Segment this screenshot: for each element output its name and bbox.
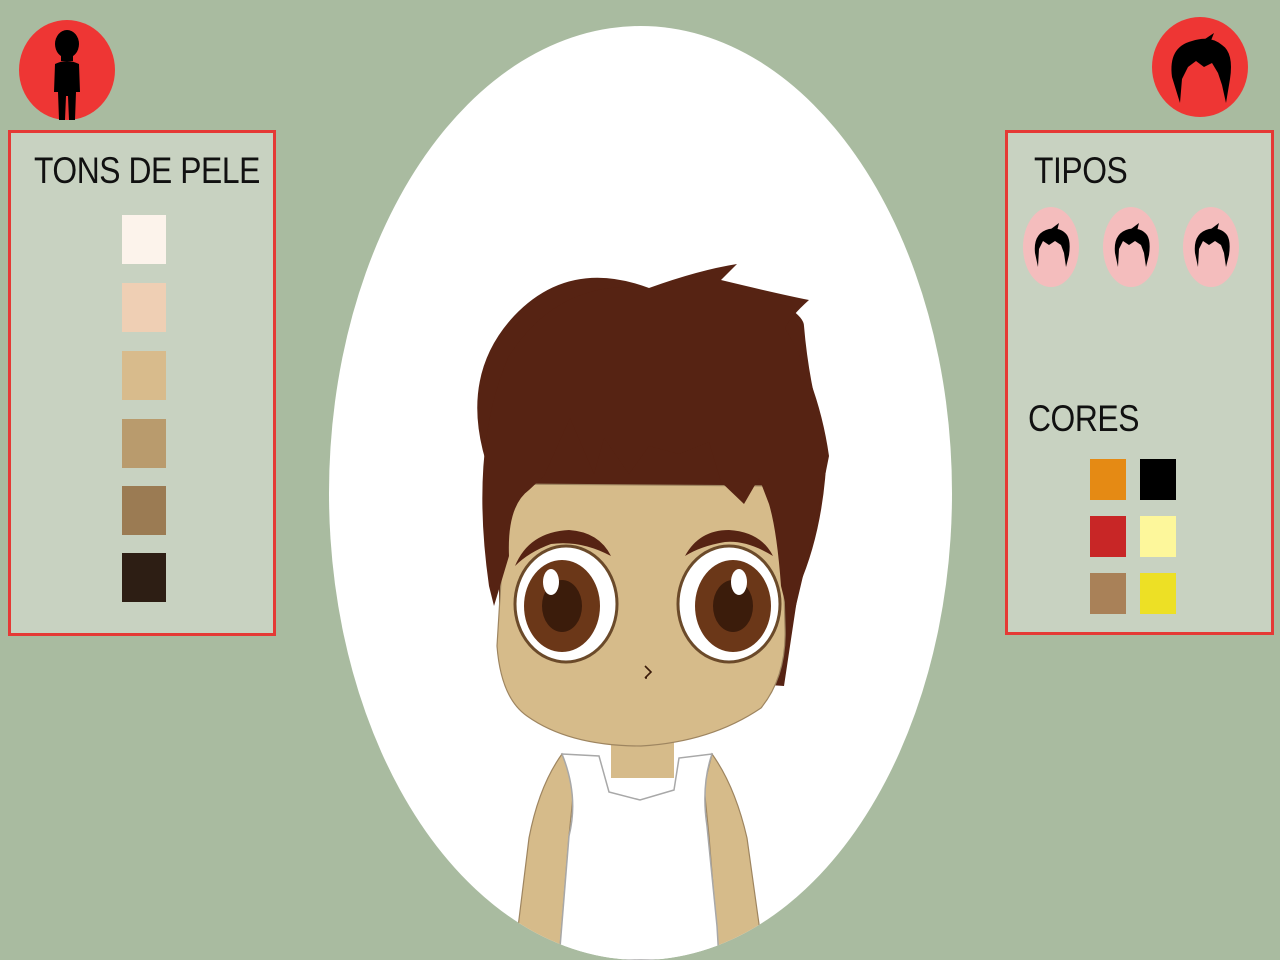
hair-types-title: TIPOS	[1034, 150, 1128, 191]
skin-tone-title: TONS DE PELE	[34, 150, 260, 191]
hair-tab-button[interactable]	[1152, 17, 1248, 117]
hair-type-2-button[interactable]	[1103, 207, 1159, 287]
avatar-shirt	[558, 753, 720, 960]
hair-icon	[1171, 33, 1231, 103]
hair-type-3-button[interactable]	[1183, 207, 1239, 287]
avatar-preview-mirror	[329, 26, 952, 960]
skin-tone-panel: TONS DE PELE	[8, 130, 276, 636]
hair-type-1-button[interactable]	[1023, 207, 1079, 287]
skin-swatch-6[interactable]	[122, 553, 166, 602]
hair-style-1-icon	[1034, 223, 1070, 267]
avatar-character	[477, 264, 829, 960]
skin-swatch-5[interactable]	[122, 486, 166, 535]
hair-color-black[interactable]	[1140, 459, 1176, 500]
hair-color-yellow[interactable]	[1140, 573, 1176, 614]
hair-style-2-icon	[1114, 223, 1150, 267]
hair-color-brown[interactable]	[1090, 573, 1126, 614]
hair-style-3-icon	[1194, 223, 1230, 267]
hair-color-light-yellow[interactable]	[1140, 516, 1176, 557]
hair-colors-title: CORES	[1028, 398, 1140, 439]
hair-color-orange[interactable]	[1090, 459, 1126, 500]
skin-swatch-4[interactable]	[122, 419, 166, 468]
skin-swatch-3[interactable]	[122, 351, 166, 400]
avatar-left-eye-highlight	[543, 569, 559, 595]
hair-panel: TIPOS CORES	[1005, 130, 1274, 635]
body-tab-button[interactable]	[19, 20, 115, 120]
body-silhouette-icon	[54, 30, 80, 120]
avatar-right-eye-highlight	[731, 569, 747, 595]
skin-swatch-2[interactable]	[122, 283, 166, 332]
skin-swatch-1[interactable]	[122, 215, 166, 264]
hair-color-red[interactable]	[1090, 516, 1126, 557]
